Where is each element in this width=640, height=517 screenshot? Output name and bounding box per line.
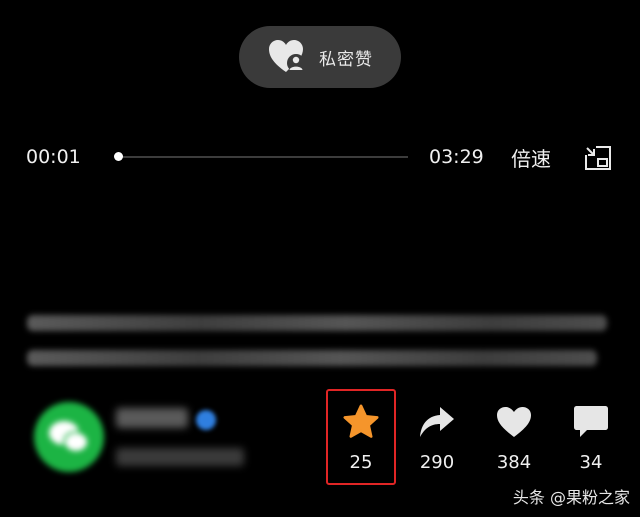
author-avatar[interactable]	[34, 402, 104, 472]
caption-line-1	[27, 315, 607, 331]
progress-track[interactable]	[118, 156, 408, 158]
picture-in-picture-icon	[585, 146, 611, 170]
comment-button[interactable]: 34	[561, 400, 621, 473]
author-name[interactable]	[116, 408, 188, 428]
progress-thumb[interactable]	[114, 152, 123, 161]
comment-count: 34	[579, 452, 603, 473]
wechat-logo-icon	[49, 421, 89, 453]
toast-label: 私密赞	[319, 49, 373, 70]
like-count: 384	[496, 452, 532, 473]
share-arrow-icon	[420, 407, 454, 437]
caption-line-2	[27, 350, 597, 366]
heart-icon	[497, 407, 531, 437]
author-subtitle	[116, 448, 244, 466]
comment-bubble-icon	[574, 406, 608, 437]
speed-button[interactable]: 倍速	[511, 143, 551, 172]
favorite-highlight-box	[326, 389, 396, 485]
picture-in-picture-button[interactable]	[584, 145, 612, 175]
watermark: 头条 @果粉之家	[512, 488, 630, 507]
verified-badge-icon	[196, 410, 216, 430]
private-like-toast: 私密赞	[239, 26, 401, 88]
current-time: 00:01	[26, 146, 81, 168]
total-time: 03:29	[429, 146, 484, 168]
share-button[interactable]: 290	[407, 400, 467, 473]
like-button[interactable]: 384	[484, 400, 544, 473]
share-count: 290	[419, 452, 455, 473]
private-like-heart-icon	[269, 40, 305, 72]
